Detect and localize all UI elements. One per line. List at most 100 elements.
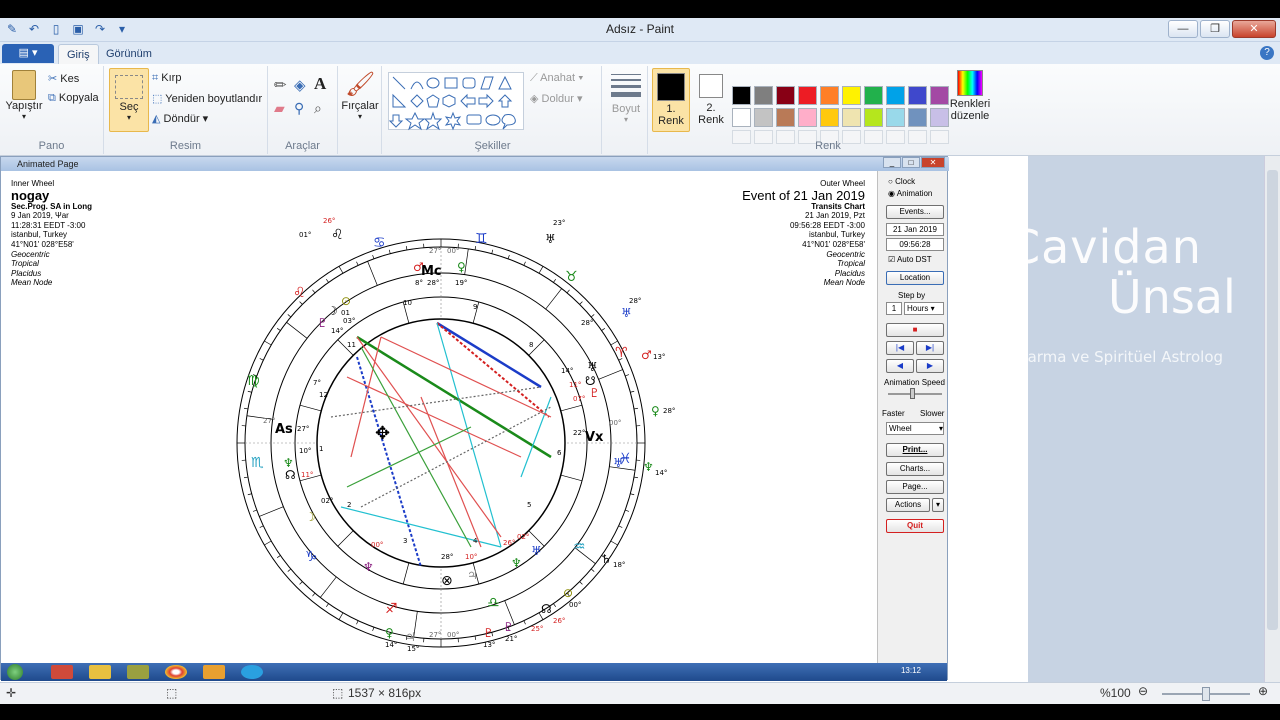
slower-label: Slower [920,409,945,418]
date-field[interactable]: 21 Jan 2019 [886,223,944,236]
charts-button[interactable]: Charts... [886,462,944,476]
svg-text:28°: 28° [663,407,675,415]
tab-home[interactable]: Giriş [58,44,99,64]
play-back-button[interactable]: ◀ [886,359,914,373]
skype-icon[interactable] [241,665,263,679]
sign-divider [367,261,378,286]
taskbar-app-icon-3[interactable] [203,665,225,679]
animation-radio[interactable]: ◉ Animation [888,189,932,198]
text-icon[interactable]: A [314,74,326,94]
palette-swatch[interactable] [886,86,905,105]
palette-swatch[interactable] [732,86,751,105]
zoom-out-button[interactable]: ⊖ [1138,684,1148,698]
step-unit-select[interactable]: Hours ▾ [904,302,944,315]
actions-dropdown[interactable]: ▾ [932,498,944,512]
palette-swatch[interactable] [908,86,927,105]
taskbar-app-icon-2[interactable] [127,665,149,679]
tab-view[interactable]: Görünüm [98,44,160,64]
paste-button[interactable]: Yapıştır ▾ [4,70,44,121]
print-button[interactable]: Print... [886,443,944,457]
wheel-tick [491,249,494,254]
palette-swatch[interactable] [908,108,927,127]
svg-text:☽: ☽ [305,510,316,524]
rotate-button[interactable]: ◭ Döndür ▾ [152,112,208,125]
close-button[interactable]: ✕ [1232,20,1276,38]
palette-swatch[interactable] [864,108,883,127]
inner-minimize-button[interactable]: _ [883,157,901,168]
color1-button[interactable]: 1. Renk [652,68,690,132]
folder-icon[interactable] [89,665,111,679]
skip-back-button[interactable]: |◀ [886,341,914,355]
step-number-field[interactable]: 1 [886,302,902,315]
palette-swatch[interactable] [776,86,795,105]
zoom-slider-thumb[interactable] [1202,687,1210,701]
skip-forward-button[interactable]: ▶| [916,341,944,355]
outline-button[interactable]: ⟋ Anahat ▾ [530,72,583,85]
time-field[interactable]: 09:56:28 [886,238,944,251]
events-button[interactable]: Events... [886,205,944,219]
chrome-icon[interactable] [165,665,187,679]
stop-button[interactable]: ■ [886,323,944,337]
inner-maximize-button[interactable]: □ [902,157,920,168]
inner-close-button[interactable]: ✕ [921,157,945,168]
wheel-select[interactable]: Wheel ▾ [886,422,944,435]
palette-swatch[interactable] [776,108,795,127]
brushes-button[interactable]: 🖌 Fırçalar ▾ [340,70,380,121]
actions-button[interactable]: Actions [886,498,930,512]
maximize-button[interactable]: ❐ [1200,20,1230,38]
resize-button[interactable]: ⬚ Yeniden boyutlandır [152,92,262,105]
file-menu-button[interactable]: ▤ ▾ [2,44,54,63]
palette-swatch[interactable] [798,108,817,127]
shapes-gallery[interactable] [388,72,524,131]
palette-swatch[interactable] [820,86,839,105]
location-button[interactable]: Location [886,271,944,285]
size-button[interactable]: Boyut ▾ [608,70,644,124]
magnifier-icon[interactable]: ⌕ [314,100,322,117]
pencil-icon[interactable]: ✏ [274,76,287,94]
color-picker-icon[interactable]: ⚲ [294,100,304,117]
palette-swatch[interactable] [842,86,861,105]
page-button[interactable]: Page... [886,480,944,494]
eraser-icon[interactable]: ▰ [274,100,285,117]
minimize-button[interactable]: — [1168,20,1198,38]
edit-colors-button[interactable]: Renkleri düzenle [946,68,994,132]
palette-swatch[interactable] [886,108,905,127]
select-button[interactable]: Seç ▾ [109,68,149,132]
speed-slider-thumb[interactable] [910,388,915,399]
fill-button[interactable]: ◈ Doldur ▾ [530,92,583,105]
palette-swatch[interactable] [754,86,773,105]
vertical-scrollbar[interactable] [1264,156,1280,682]
play-forward-button[interactable]: ▶ [916,359,944,373]
auto-dst-checkbox[interactable]: ☑ Auto DST [888,255,932,264]
start-orb-icon[interactable] [7,664,23,680]
copy-button[interactable]: ⧉ Kopyala [48,92,99,105]
scrollbar-thumb[interactable] [1267,170,1278,630]
step-unit-label: Hours [907,304,929,313]
help-icon[interactable]: ? [1260,46,1274,60]
size-lines-icon [611,74,641,97]
canvas[interactable]: Animated Page _ □ ✕ Inner Wheel nogay Se… [0,156,1028,682]
quit-button[interactable]: Quit [886,519,944,533]
palette-swatch[interactable] [842,108,861,127]
speed-slider[interactable] [888,393,942,395]
palette-swatch[interactable] [754,108,773,127]
edit-colors-label-2: düzenle [950,110,990,122]
palette-swatch[interactable] [820,108,839,127]
cursor-position-icon: ✛ [6,686,17,700]
svg-text:♆: ♆ [511,556,522,570]
crop-button[interactable]: ⌗ Kırp [152,72,181,85]
svg-text:♃: ♃ [467,568,478,582]
palette-swatch[interactable] [864,86,883,105]
fill-bucket-icon[interactable]: ◈ [294,76,306,94]
svg-text:18°: 18° [613,561,625,569]
palette-swatch[interactable] [798,86,817,105]
taskbar-app-icon-1[interactable] [51,665,73,679]
wheel-tick [579,581,583,585]
brushes-label: Fırçalar [341,100,379,112]
cut-button[interactable]: ✂ Kes [48,72,79,85]
color2-button[interactable]: 2. Renk [692,68,730,132]
clock-radio[interactable]: ○ Clock [888,177,915,186]
watermark-name-2: Ünsal [1108,270,1236,324]
zoom-in-button[interactable]: ⊕ [1258,684,1268,698]
palette-swatch[interactable] [732,108,751,127]
